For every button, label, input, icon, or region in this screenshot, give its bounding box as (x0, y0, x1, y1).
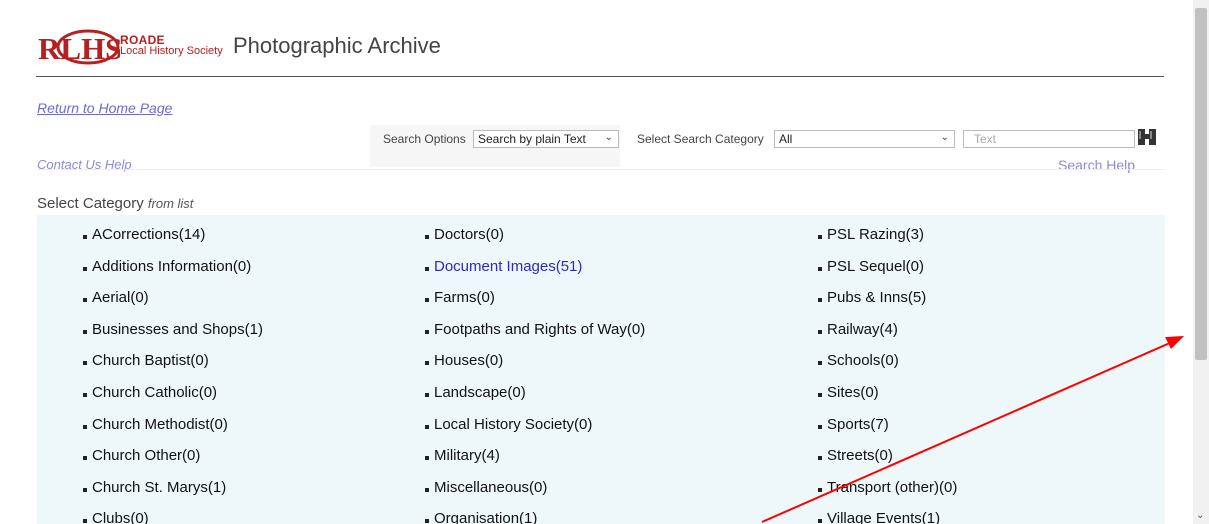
category-item[interactable]: Farms(0) (425, 289, 645, 321)
search-help-link[interactable]: Search Help (1058, 157, 1135, 173)
category-item[interactable]: Pubs & Inns(5) (818, 289, 957, 321)
page-title: Photographic Archive (233, 33, 441, 58)
category-item[interactable]: Sports(7) (818, 416, 957, 448)
category-item[interactable]: Clubs(0) (83, 510, 263, 524)
chevron-down-icon: ⌄ (940, 132, 949, 143)
category-item[interactable]: Organisation(1) (425, 510, 645, 524)
rlhs-logo[interactable]: RLHS ROADE Local History Society (36, 29, 226, 65)
rlhs-logo-mark: RLHS (38, 29, 120, 65)
logo-text: ROADE Local History Society (120, 34, 223, 57)
category-item[interactable]: Miscellaneous(0) (425, 479, 645, 511)
category-item[interactable]: PSL Sequel(0) (818, 258, 957, 290)
site-header: RLHS ROADE Local History Society Photogr… (36, 22, 1164, 77)
vertical-scrollbar[interactable]: ⌄ (1193, 0, 1209, 524)
category-heading: Select Category from list (37, 195, 193, 212)
logo-line2: Local History Society (120, 45, 223, 57)
category-item[interactable]: Additions Information(0) (83, 258, 263, 290)
category-item[interactable]: Doctors(0) (425, 226, 645, 258)
category-item[interactable]: Church Catholic(0) (83, 384, 263, 416)
category-item[interactable]: Church Baptist(0) (83, 352, 263, 384)
category-item[interactable]: Landscape(0) (425, 384, 645, 416)
search-category-select[interactable]: All ⌄ (774, 130, 955, 148)
category-item[interactable]: Aerial(0) (83, 289, 263, 321)
category-item[interactable]: ACorrections(14) (83, 226, 263, 258)
search-options-select[interactable]: Search by plain Text ⌄ (473, 130, 619, 148)
divider (37, 169, 1165, 170)
page: RLHS ROADE Local History Society Photogr… (0, 0, 1193, 524)
search-options-value: Search by plain Text (478, 132, 586, 146)
category-heading-hint: from list (147, 196, 194, 211)
category-item[interactable]: Military(4) (425, 447, 645, 479)
category-item[interactable]: Local History Society(0) (425, 416, 645, 448)
category-item[interactable]: Village Events(1) (818, 510, 957, 524)
category-item[interactable]: Footpaths and Rights of Way(0) (425, 321, 645, 353)
search-category-value: All (779, 132, 793, 146)
category-column-1: ACorrections(14) Additions Information(0… (83, 226, 263, 524)
category-item[interactable]: Church Other(0) (83, 447, 263, 479)
category-item[interactable]: Transport (other)(0) (818, 479, 957, 511)
category-item[interactable]: Schools(0) (818, 352, 957, 384)
category-heading-text: Select Category (37, 195, 144, 212)
category-item[interactable]: Church St. Marys(1) (83, 479, 263, 511)
category-column-2: Doctors(0) Document Images(51) Farms(0) … (425, 226, 645, 524)
search-text-input[interactable]: Text (963, 130, 1135, 148)
search-options-label: Search Options (383, 132, 466, 146)
binoculars-search-icon[interactable] (1137, 128, 1157, 146)
category-item[interactable]: Businesses and Shops(1) (83, 321, 263, 353)
scroll-down-icon[interactable]: ⌄ (1196, 510, 1204, 521)
category-item-active[interactable]: Document Images(51) (425, 258, 645, 290)
search-bar: Search Options Search by plain Text ⌄ Se… (370, 125, 1165, 167)
category-item[interactable]: PSL Razing(3) (818, 226, 957, 258)
category-column-3: PSL Razing(3) PSL Sequel(0) Pubs & Inns(… (818, 226, 957, 524)
chevron-down-icon: ⌄ (604, 132, 613, 143)
return-home-link[interactable]: Return to Home Page (37, 100, 172, 116)
svg-text:RLHS: RLHS (38, 31, 120, 65)
search-category-label: Select Search Category (637, 132, 764, 146)
category-item[interactable]: Streets(0) (818, 447, 957, 479)
category-item[interactable]: Houses(0) (425, 352, 645, 384)
category-item[interactable]: Railway(4) (818, 321, 957, 353)
category-item[interactable]: Church Methodist(0) (83, 416, 263, 448)
category-item[interactable]: Sites(0) (818, 384, 957, 416)
scrollbar-thumb[interactable] (1195, 8, 1207, 360)
